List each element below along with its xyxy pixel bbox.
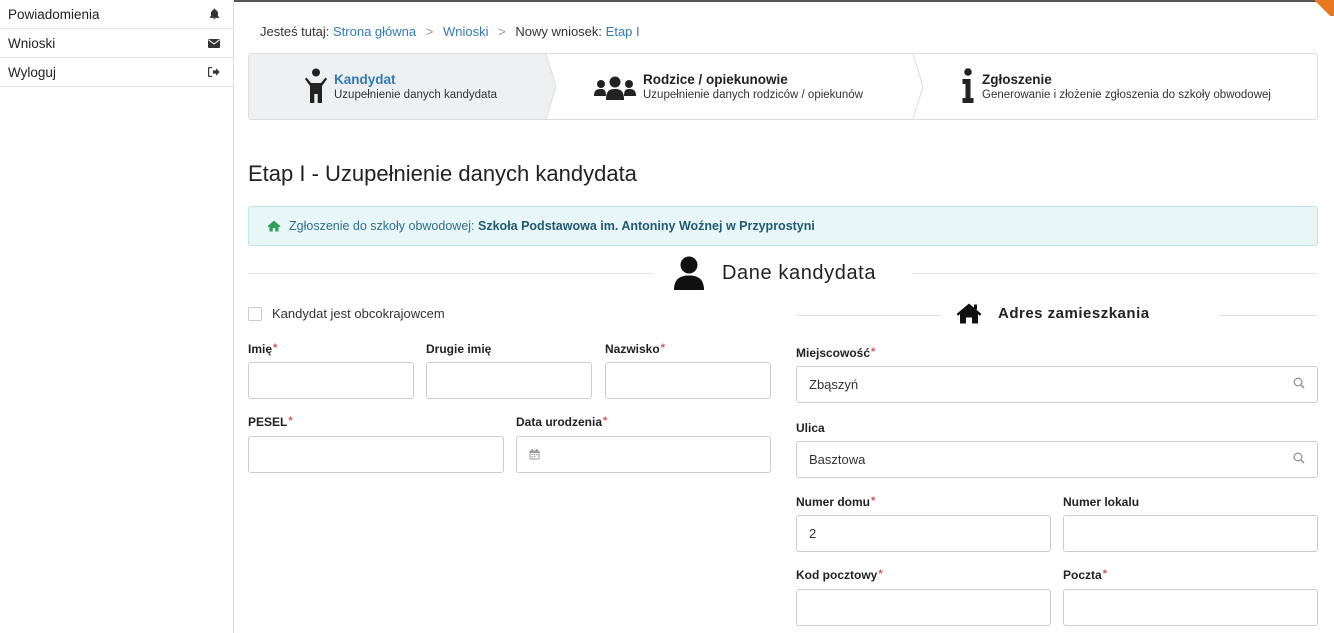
street-field[interactable]: Basztowa [796, 441, 1318, 478]
breadcrumb-home-link[interactable]: Strona główna [333, 24, 416, 39]
postal-code-field[interactable] [796, 589, 1051, 626]
calendar-icon [529, 449, 540, 460]
last-name-label: Nazwisko* [605, 342, 665, 356]
address-section-title: Adres zamieszkania [998, 305, 1150, 322]
step-title: Kandydat [334, 72, 396, 87]
step-title: Rodzice / opiekunowie [643, 72, 788, 87]
birth-date-label: Data urodzenia* [516, 415, 608, 429]
post-office-label: Poczta* [1063, 568, 1107, 582]
sign-out-icon [207, 65, 221, 79]
envelope-icon [207, 36, 221, 50]
step-submission[interactable]: Zgłoszenie Generowanie i złożenie zgłosz… [913, 54, 1317, 119]
alert-prefix: Zgłoszenie do szkoły obwodowej: [289, 219, 475, 233]
pesel-field[interactable] [248, 436, 504, 473]
wizard-steps: Kandydat Uzupełnienie danych kandydata R… [248, 53, 1318, 120]
step-parents[interactable]: Rodzice / opiekunowie Uzupełnienie danyc… [546, 54, 923, 119]
birth-date-field[interactable] [516, 436, 771, 473]
user-icon [674, 256, 704, 290]
breadcrumb-separator-icon: > [425, 24, 434, 39]
flat-number-label: Numer lokalu [1063, 495, 1140, 509]
home-icon [956, 303, 982, 324]
search-icon[interactable] [1293, 377, 1305, 392]
breadcrumb-current[interactable]: Etap I [606, 24, 640, 39]
divider [248, 273, 654, 274]
candidate-section-heading: Dane kandydata [248, 256, 1318, 296]
breadcrumb-applications-link[interactable]: Wnioski [443, 24, 489, 39]
breadcrumb: Jesteś tutaj: Strona główna > Wnioski > … [260, 24, 640, 39]
step-subtitle: Uzupełnienie danych kandydata [334, 89, 498, 101]
first-name-field[interactable] [248, 362, 414, 399]
last-name-field[interactable] [605, 362, 771, 399]
divider [912, 273, 1318, 274]
city-label: Miejscowość* [796, 346, 876, 360]
flat-number-field[interactable] [1063, 515, 1318, 552]
corner-accent [1312, 0, 1334, 16]
sidebar-item-label: Wyloguj [8, 64, 56, 80]
postal-code-label: Kod pocztowy* [796, 568, 883, 582]
post-office-field[interactable] [1063, 589, 1318, 626]
page-title: Etap I - Uzupełnienie danych kandydata [248, 161, 637, 186]
pesel-label: PESEL* [248, 415, 293, 429]
candidate-section-title: Dane kandydata [722, 261, 877, 284]
foreigner-checkbox-row[interactable]: Kandydat jest obcokrajowcem [248, 306, 445, 321]
alert-school-name: Szkoła Podstawowa im. Antoniny Woźnej w … [478, 219, 815, 233]
second-name-label: Drugie imię [426, 342, 492, 356]
top-border [234, 0, 1334, 2]
step-subtitle: Uzupełnienie danych rodziców / opiekunów [643, 89, 863, 101]
bell-icon [207, 7, 221, 21]
first-name-label: Imię* [248, 342, 278, 356]
search-icon[interactable] [1293, 452, 1305, 467]
child-icon [305, 68, 327, 107]
step-subtitle: Generowanie i złożenie zgłoszenia do szk… [982, 89, 1271, 101]
divider [796, 315, 941, 316]
sidebar-item-logout[interactable]: Wyloguj [0, 58, 233, 87]
school-alert: Zgłoszenie do szkoły obwodowej: Szkoła P… [248, 206, 1318, 246]
street-label: Ulica [796, 421, 825, 435]
city-field[interactable]: Zbąszyń [796, 366, 1318, 403]
breadcrumb-new-label: Nowy wniosek: [515, 24, 603, 39]
step-candidate[interactable]: Kandydat Uzupełnienie danych kandydata [249, 54, 556, 119]
home-icon [267, 220, 281, 232]
sidebar-item-label: Wnioski [8, 35, 56, 51]
house-number-field[interactable]: 2 [796, 515, 1051, 552]
breadcrumb-separator-icon: > [498, 24, 506, 39]
info-icon [961, 68, 975, 107]
divider [1218, 315, 1318, 316]
foreigner-checkbox[interactable] [248, 306, 262, 321]
foreigner-checkbox-label: Kandydat jest obcokrajowcem [272, 306, 445, 321]
sidebar-item-applications[interactable]: Wnioski [0, 29, 233, 58]
sidebar-item-label: Powiadomienia [8, 6, 100, 22]
address-section-heading: Adres zamieszkania [796, 298, 1318, 332]
step-title: Zgłoszenie [982, 72, 1052, 87]
users-icon [594, 76, 636, 103]
breadcrumb-prefix: Jesteś tutaj: [260, 24, 330, 39]
step-divider [536, 54, 556, 119]
second-name-field[interactable] [426, 362, 592, 399]
sidebar-item-notifications[interactable]: Powiadomienia [0, 0, 233, 29]
sidebar: Powiadomienia Wnioski Wyloguj [0, 0, 234, 633]
step-divider [903, 54, 923, 119]
house-number-label: Numer domu* [796, 495, 876, 509]
